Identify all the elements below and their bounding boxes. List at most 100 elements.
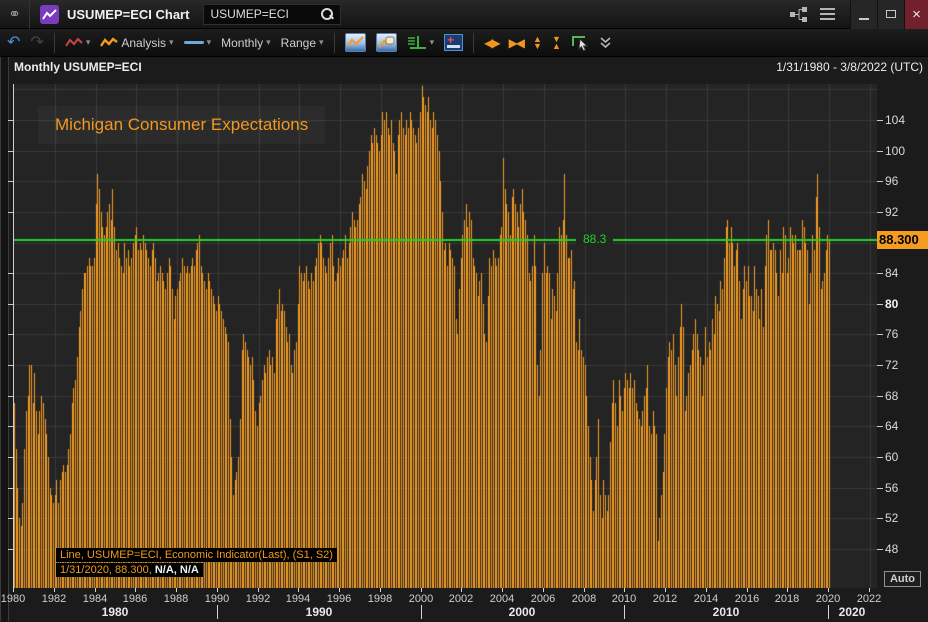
menu-icon[interactable] — [812, 0, 842, 29]
y-axis-tick — [877, 212, 883, 213]
x-axis-tick — [747, 588, 748, 592]
y-axis-tick — [877, 426, 883, 427]
x-axis-label: 2000 — [408, 593, 434, 605]
line-style-icon — [64, 37, 83, 47]
minimize-icon — [859, 18, 869, 20]
x-axis-label: 2014 — [693, 593, 719, 605]
decade-label: 1980 — [101, 605, 129, 619]
x-axis-label: 2020 — [815, 593, 841, 605]
left-axis-tick — [8, 304, 13, 305]
x-axis-label: 2022 — [856, 593, 882, 605]
more-tools-button[interactable] — [597, 35, 614, 51]
y-axis[interactable]: 88.300 104 100 96 92 84 80 76 72 68 64 60 56 52 48 — [877, 84, 928, 588]
interval-dropdown[interactable]: Monthly ▾ — [218, 34, 274, 52]
y-axis-tick — [877, 396, 883, 397]
chart-hand-icon — [375, 33, 397, 52]
x-axis-tick — [828, 588, 829, 592]
x-axis-tick — [421, 588, 422, 592]
x-axis-tick — [135, 588, 136, 592]
plot-area: Michigan Consumer Expectations 88.3 Line… — [13, 84, 877, 588]
y-axis-tick — [877, 120, 883, 121]
title-bar: ⚭ USUMEP=ECI Chart USUMEP=ECI × — [0, 0, 928, 29]
x-axis-tick — [584, 588, 585, 592]
chart-thumbnail-icon — [344, 33, 366, 52]
redo-icon: ↷ — [30, 33, 44, 51]
x-axis-label: 1990 — [204, 593, 230, 605]
left-axis-tick — [8, 212, 13, 213]
chart-view-button[interactable] — [342, 31, 369, 54]
y-axis-label: 80 — [885, 297, 899, 311]
decade-separator-tick — [421, 605, 422, 619]
series-tooltip: Line, USUMEP=ECI, Economic Indicator(Las… — [56, 548, 337, 578]
x-axis-label: 2004 — [489, 593, 515, 605]
line-sample-icon — [183, 41, 204, 44]
search-icon[interactable] — [320, 7, 334, 21]
y-axis-label: 104 — [885, 113, 906, 127]
undo-button[interactable]: ↶ — [4, 33, 23, 53]
chart-edit-button[interactable] — [373, 31, 400, 54]
x-axis-tick — [543, 588, 544, 592]
x-axis-label: 2002 — [448, 593, 474, 605]
left-axis-tick — [8, 426, 13, 427]
tooltip-value-line: 1/31/2020, 88.300, N/A, N/A — [56, 563, 203, 577]
close-icon: × — [912, 5, 921, 23]
price-chart-canvas[interactable] — [14, 84, 877, 588]
link-tree-icon[interactable] — [784, 0, 812, 29]
chart-date-range: 1/31/1980 - 3/8/2022 (UTC) — [776, 60, 923, 74]
close-button[interactable]: × — [904, 0, 928, 29]
x-axis-tick — [258, 588, 259, 592]
x-axis-label: 2018 — [774, 593, 800, 605]
x-axis-tick — [706, 588, 707, 592]
y-axis-tick — [877, 181, 883, 182]
x-axis-tick — [217, 588, 218, 592]
zigzag-logo-glyph — [42, 8, 57, 20]
add-chart-button[interactable]: + — [441, 32, 466, 53]
auto-scale-button[interactable]: Auto — [884, 571, 921, 587]
x-axis-label: 1988 — [163, 593, 189, 605]
chart-toolbar: ↶ ↷ ▾ Analysis ▾ ▾ Monthly ▾ Range ▾ ▾ +… — [0, 29, 928, 57]
x-axis-tick — [380, 588, 381, 592]
chevron-down-icon: ▾ — [429, 37, 435, 47]
left-axis-tick — [8, 181, 13, 182]
chart-header: Monthly USUMEP=ECI 1/31/1980 - 3/8/2022 … — [14, 60, 923, 74]
line-color-dropdown[interactable]: ▾ — [181, 35, 215, 50]
left-axis-tick — [8, 396, 13, 397]
last-value-badge: 88.300 — [877, 231, 928, 249]
link-channel-icon[interactable]: ⚭ — [0, 0, 30, 29]
left-axis-tick — [8, 120, 13, 121]
y-axis-tick — [877, 273, 883, 274]
y-axis-label: 76 — [885, 327, 899, 341]
redo-button[interactable]: ↷ — [27, 33, 46, 53]
chart-type-dropdown[interactable]: ▾ — [62, 35, 94, 50]
pane-splitter[interactable] — [0, 57, 9, 621]
range-dropdown[interactable]: Range ▾ — [278, 34, 327, 52]
y-axis-tick — [877, 488, 883, 489]
expand-horizontal-button[interactable]: ◀▶ — [481, 34, 501, 52]
x-axis-label: 2012 — [652, 593, 678, 605]
minimize-button[interactable] — [850, 0, 877, 29]
expand-horizontal-icon: ◀▶ — [484, 35, 501, 50]
x-axis-tick — [787, 588, 788, 592]
decade-separator-tick — [217, 605, 218, 619]
selection-tool-button[interactable] — [568, 32, 593, 53]
instrument-search-input[interactable]: USUMEP=ECI — [203, 3, 342, 25]
x-axis-label: 1986 — [122, 593, 148, 605]
left-axis-tick — [8, 518, 13, 519]
x-axis-label: 2016 — [734, 593, 760, 605]
x-axis-tick — [624, 588, 625, 592]
chevron-down-icon: ▾ — [319, 37, 324, 47]
x-axis[interactable]: 1980 1982 1984 1986 1988 1990 1992 1994 1996 1998… — [0, 588, 928, 621]
level-tool-dropdown[interactable]: ▾ — [404, 33, 438, 53]
chevron-down-icon: ▾ — [85, 37, 91, 47]
y-axis-tick — [877, 457, 883, 458]
x-axis-label: 1992 — [245, 593, 271, 605]
x-axis-tick — [869, 588, 870, 592]
left-axis-tick — [8, 334, 13, 335]
chevron-down-icon: ▾ — [169, 37, 174, 47]
compress-vertical-button[interactable]: ▼ ▲ — [549, 34, 564, 52]
expand-vertical-button[interactable]: ▲ ▼ — [530, 34, 545, 52]
y-axis-tick — [877, 151, 883, 152]
compress-horizontal-button[interactable]: ▶◀ — [506, 34, 526, 52]
maximize-button[interactable] — [877, 0, 904, 29]
analysis-dropdown[interactable]: Analysis ▾ — [97, 34, 176, 52]
